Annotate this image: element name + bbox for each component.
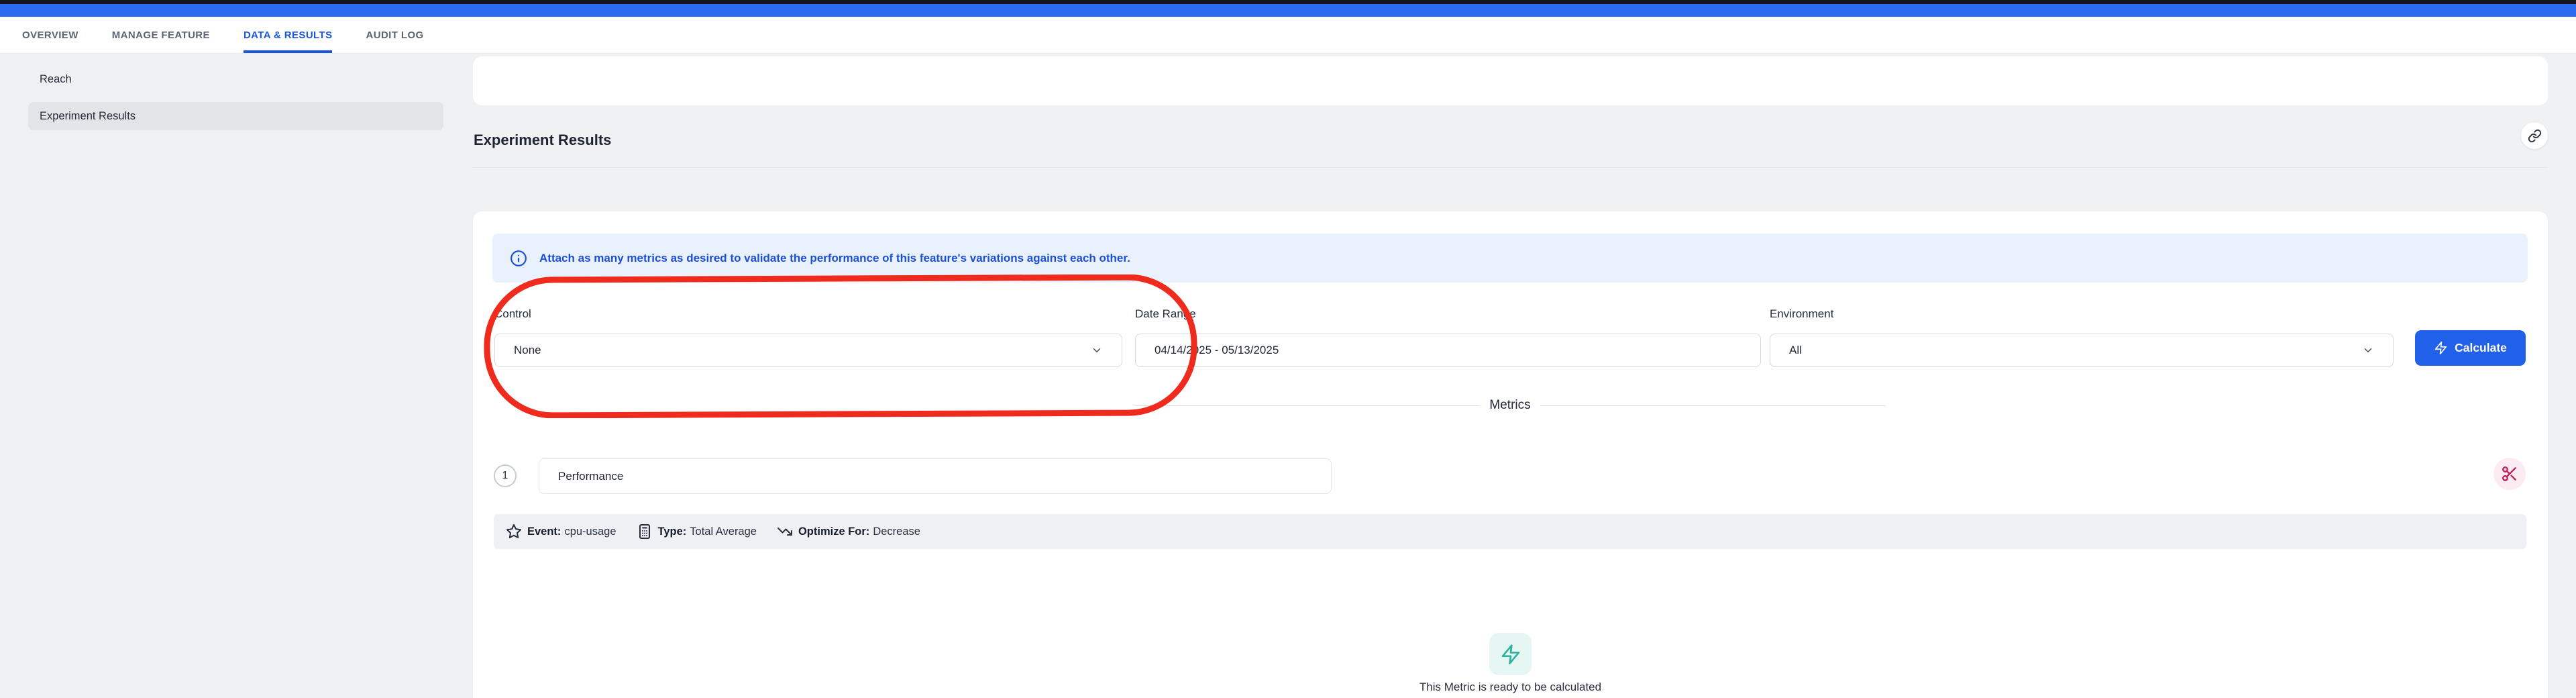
metrics-section-title: Metrics xyxy=(1489,398,1530,413)
calculator-icon xyxy=(637,524,653,540)
calculate-button[interactable]: Calculate xyxy=(2415,330,2526,366)
sidebar: Reach Experiment Results xyxy=(0,54,473,698)
experiment-results-card: Attach as many metrics as desired to val… xyxy=(473,211,2548,698)
tab-data-results[interactable]: DATA & RESULTS xyxy=(244,17,333,53)
ready-lightning-badge xyxy=(1489,633,1532,675)
chevron-down-icon xyxy=(2362,344,2374,356)
main-panel: Experiment Results Attach as many metric… xyxy=(473,54,2576,698)
tab-audit-log[interactable]: AUDIT LOG xyxy=(366,17,423,53)
star-icon xyxy=(506,524,522,540)
lightning-bolt-icon xyxy=(1500,644,1521,665)
divider-line xyxy=(1540,405,1886,406)
control-select[interactable]: None xyxy=(494,334,1122,367)
metric-ready-state: This Metric is ready to be calculated xyxy=(473,633,2548,694)
event-value: cpu-usage xyxy=(564,526,616,538)
info-banner: Attach as many metrics as desired to val… xyxy=(492,234,2528,283)
metric-type-group: Type: Total Average xyxy=(637,524,757,540)
scissors-icon xyxy=(2501,465,2518,483)
tab-overview[interactable]: OVERVIEW xyxy=(22,17,78,53)
metric-index-badge: 1 xyxy=(494,464,517,487)
tab-manage-feature[interactable]: MANAGE FEATURE xyxy=(112,17,210,53)
feature-tabbar: OVERVIEW MANAGE FEATURE DATA & RESULTS A… xyxy=(0,17,2576,54)
control-select-value: None xyxy=(514,344,541,357)
info-banner-text: Attach as many metrics as desired to val… xyxy=(539,252,1130,265)
type-label: Type: xyxy=(658,526,687,538)
optimize-for-label: Optimize For: xyxy=(798,526,869,538)
type-value: Total Average xyxy=(690,526,757,538)
metric-detail-bar: Event: cpu-usage Type: Total Average xyxy=(494,514,2526,549)
sidebar-item-experiment-results[interactable]: Experiment Results xyxy=(28,102,443,130)
link-icon xyxy=(2528,129,2542,143)
optimize-for-value: Decrease xyxy=(873,526,920,538)
metric-event-group: Event: cpu-usage xyxy=(506,524,616,540)
control-label: Control xyxy=(494,307,531,321)
calculate-button-label: Calculate xyxy=(2455,341,2507,355)
top-brand-bar xyxy=(0,4,2576,17)
metric-ready-text: This Metric is ready to be calculated xyxy=(1419,681,1601,694)
date-range-input[interactable] xyxy=(1135,334,1761,367)
environment-label: Environment xyxy=(1770,307,1833,321)
info-icon xyxy=(510,250,527,267)
title-divider xyxy=(473,167,2548,168)
divider-line xyxy=(1134,405,1480,406)
remove-metric-button[interactable] xyxy=(2493,458,2526,490)
content-area: Reach Experiment Results Experiment Resu… xyxy=(0,54,2576,698)
date-range-label: Date Range xyxy=(1135,307,1196,321)
sidebar-item-reach[interactable]: Reach xyxy=(28,65,443,93)
metric-optimize-group: Optimize For: Decrease xyxy=(777,524,920,540)
chevron-down-icon xyxy=(1091,344,1103,356)
metric-name-input[interactable] xyxy=(539,458,1332,494)
copy-link-button[interactable] xyxy=(2521,122,2548,149)
page-title: Experiment Results xyxy=(474,132,611,149)
metrics-section-divider: Metrics xyxy=(1134,398,1886,413)
trending-down-icon xyxy=(777,524,793,540)
environment-select-value: All xyxy=(1789,344,1802,357)
environment-select[interactable]: All xyxy=(1770,334,2394,367)
lightning-bolt-icon xyxy=(2434,341,2448,355)
event-label: Event: xyxy=(527,526,561,538)
scrolled-card-remnant xyxy=(473,56,2548,105)
